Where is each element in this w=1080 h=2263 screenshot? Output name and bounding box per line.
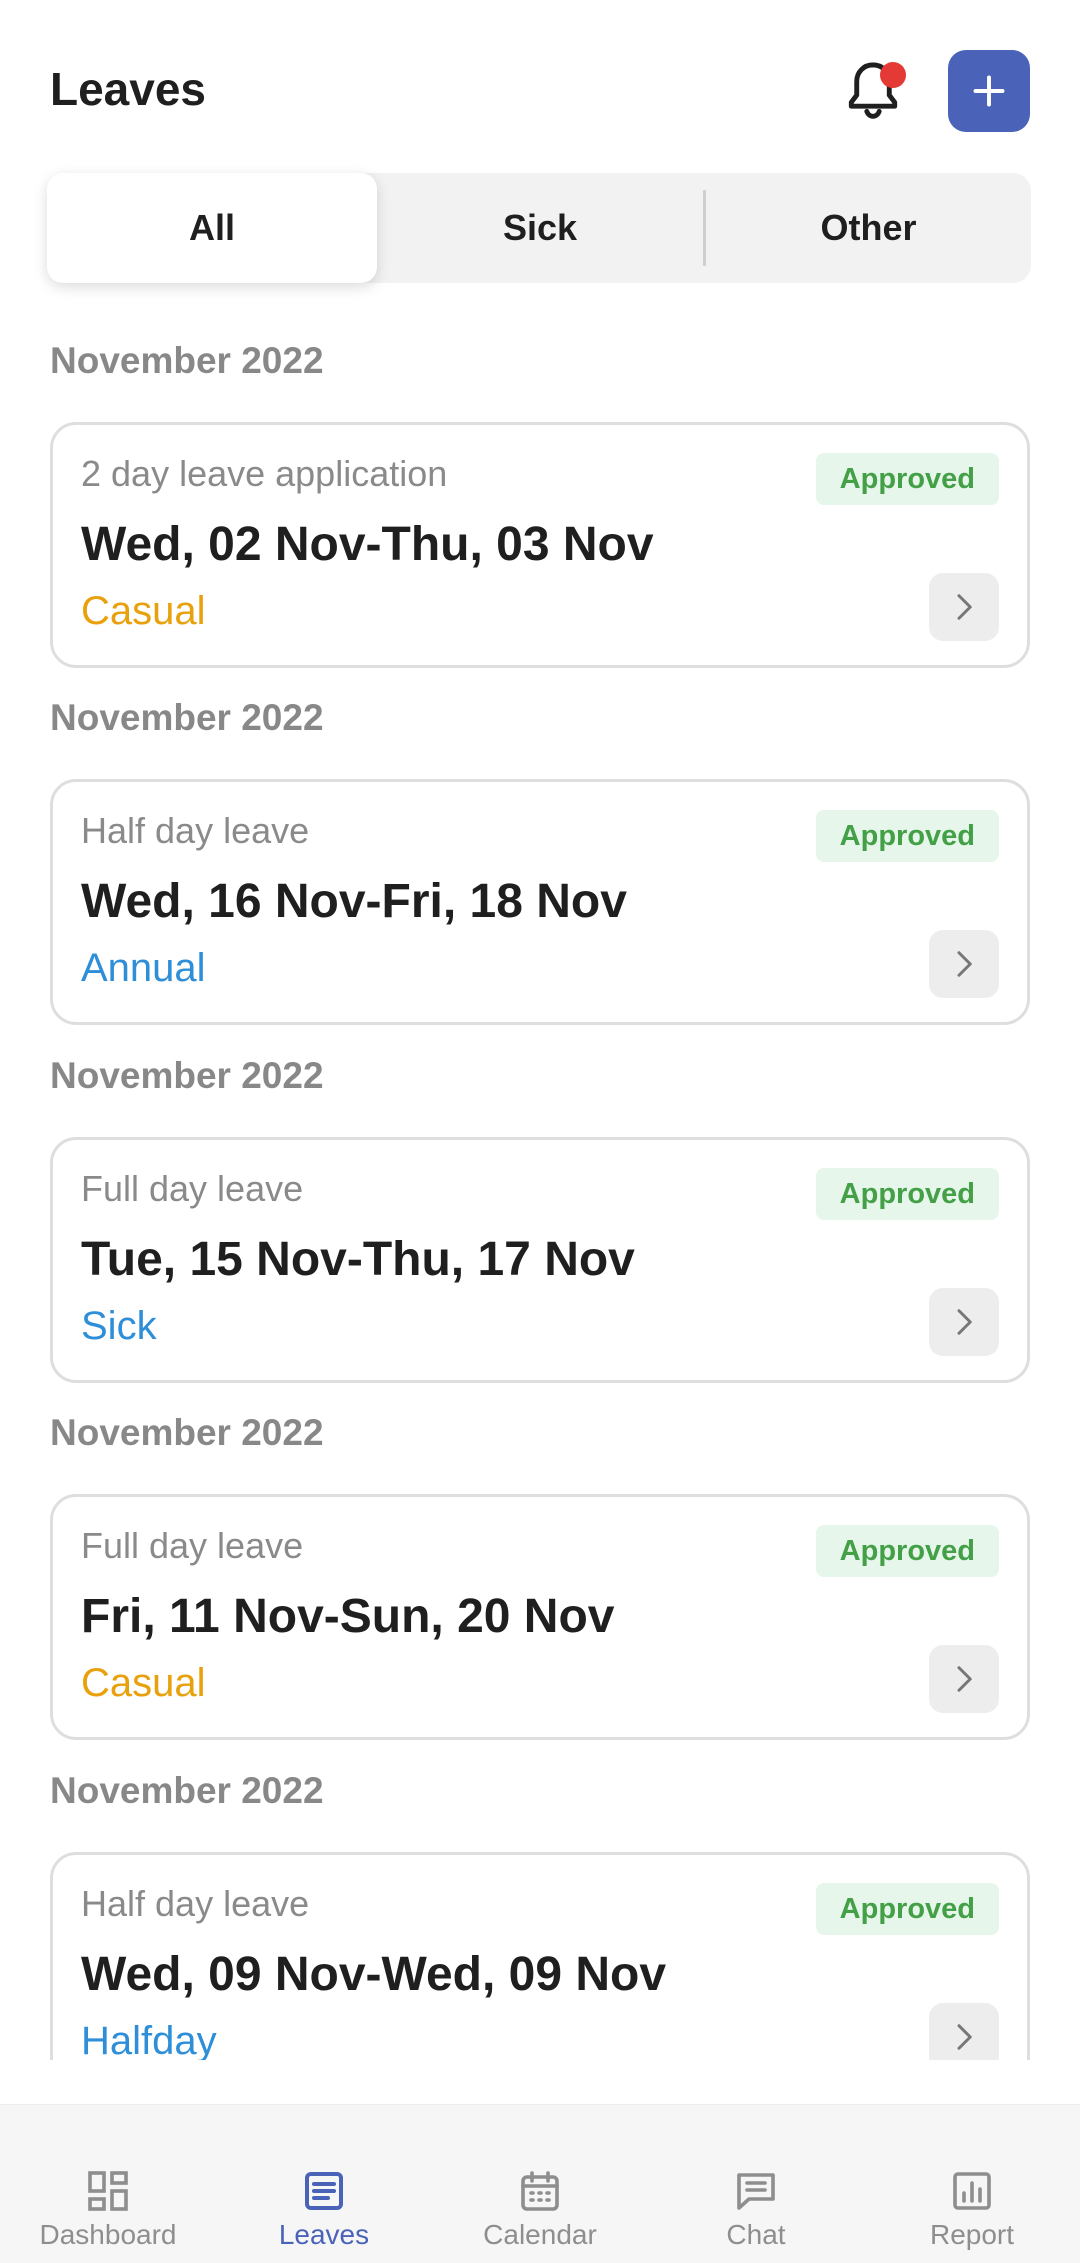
leave-dates: Wed, 16 Nov-Fri, 18 Nov (81, 875, 627, 928)
leave-dates: Fri, 11 Nov-Sun, 20 Nov (81, 1590, 615, 1643)
leave-card[interactable]: Full day leave Tue, 15 Nov-Thu, 17 Nov S… (50, 1137, 1030, 1383)
nav-dashboard[interactable]: Dashboard (0, 2105, 216, 2263)
status-badge: Approved (815, 453, 999, 505)
tab-all[interactable]: All (47, 173, 377, 283)
leave-type: Halfday (81, 2019, 217, 2060)
nav-label: Report (929, 2219, 1015, 2250)
leave-dates: Wed, 02 Nov-Thu, 03 Nov (81, 518, 654, 571)
status-badge: Approved (815, 810, 999, 862)
group-title: November 2022 (50, 1055, 324, 1096)
leave-subtitle: Full day leave (81, 1525, 304, 1566)
chevron-right-icon (957, 2024, 972, 2050)
group-title: November 2022 (50, 1770, 324, 1811)
chevron-right-icon (957, 1666, 972, 1692)
open-details-button[interactable] (929, 1288, 999, 1356)
status-badge: Approved (815, 1883, 999, 1935)
status-badge: Approved (815, 1525, 999, 1577)
nav-label: Chat (726, 2219, 786, 2250)
nav-calendar[interactable]: Calendar (432, 2105, 648, 2263)
bottom-navigation: Dashboard Leaves Calendar Chat Report (0, 2104, 1080, 2263)
nav-label: Leaves (278, 2219, 370, 2250)
nav-label: Dashboard (39, 2219, 177, 2250)
leave-type: Casual (81, 589, 206, 633)
nav-label: Calendar (483, 2219, 597, 2250)
app-header: Leaves (0, 0, 1080, 170)
add-leave-button[interactable] (948, 50, 1030, 132)
open-details-button[interactable] (929, 930, 999, 998)
leave-type: Annual (81, 946, 206, 990)
group-title: November 2022 (50, 1412, 324, 1453)
tab-other[interactable]: Other (706, 173, 1031, 283)
group-title: November 2022 (50, 697, 324, 738)
leave-subtitle: Full day leave (81, 1168, 304, 1209)
leave-type: Sick (81, 1304, 157, 1348)
chevron-right-icon (957, 594, 972, 620)
open-details-button[interactable] (929, 2003, 999, 2060)
nav-report[interactable]: Report (864, 2105, 1080, 2263)
chat-icon (737, 2173, 775, 2210)
leave-card[interactable]: 2 day leave application Wed, 02 Nov-Thu,… (50, 422, 1030, 668)
leave-type: Casual (81, 1661, 206, 1705)
page-title: Leaves (50, 63, 207, 115)
leaves-icon (305, 2172, 343, 2210)
leave-list[interactable]: November 2022 2 day leave application We… (0, 320, 1080, 2060)
leave-dates: Tue, 15 Nov-Thu, 17 Nov (81, 1233, 635, 1286)
status-badge: Approved (815, 1168, 999, 1220)
leave-card[interactable]: Half day leave Wed, 16 Nov-Fri, 18 Nov A… (50, 779, 1030, 1025)
open-details-button[interactable] (929, 573, 999, 641)
leave-card[interactable]: Half day leave Wed, 09 Nov-Wed, 09 Nov H… (50, 1852, 1030, 2060)
calendar-icon (521, 2171, 559, 2211)
leave-dates: Wed, 09 Nov-Wed, 09 Nov (81, 1948, 667, 2001)
notification-dot (880, 62, 906, 88)
chevron-right-icon (957, 951, 972, 977)
open-details-button[interactable] (929, 1645, 999, 1713)
report-icon (953, 2172, 991, 2210)
plus-icon (973, 75, 1005, 107)
leave-subtitle: Half day leave (81, 1883, 310, 1924)
chevron-right-icon (957, 1309, 972, 1335)
tab-sick[interactable]: Sick (377, 173, 703, 283)
leave-subtitle: 2 day leave application (81, 453, 448, 494)
nav-chat[interactable]: Chat (648, 2105, 864, 2263)
nav-leaves[interactable]: Leaves (216, 2105, 432, 2263)
leave-filter-tabs: All Sick Other (47, 173, 1031, 283)
dashboard-icon (88, 2171, 128, 2211)
leave-subtitle: Half day leave (81, 810, 310, 851)
leave-card[interactable]: Full day leave Fri, 11 Nov-Sun, 20 Nov C… (50, 1494, 1030, 1740)
group-title: November 2022 (50, 340, 324, 381)
